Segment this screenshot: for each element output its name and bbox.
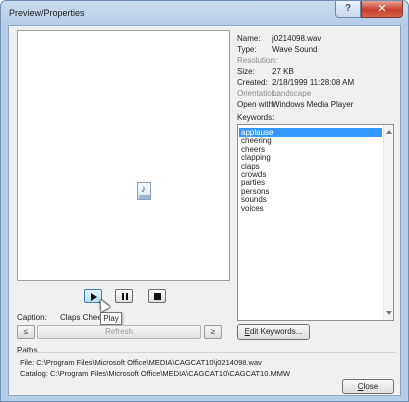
property-label: Size: [237,67,255,76]
play-icon [91,293,97,301]
stop-icon [154,293,161,300]
property-value: 27 KB [272,67,294,76]
paths-heading: Paths [17,346,38,355]
scroll-up-icon[interactable] [386,130,392,134]
property-label: Open with: [237,100,276,109]
property-label: Created: [237,78,268,87]
close-button[interactable]: Close [342,379,394,394]
title-bar[interactable]: Preview/Properties ? ✕ [1,1,408,25]
keywords-scrollbar[interactable] [383,125,393,320]
property-value: Windows Media Player [272,100,354,109]
keywords-label: Keywords: [237,113,275,122]
stop-button[interactable] [148,289,166,303]
play-tooltip: Play [100,312,122,325]
pause-button[interactable] [115,289,133,303]
sound-file-icon: ♪ [137,182,151,200]
caption-value: Claps Cheers [60,313,100,322]
refresh-button[interactable]: Refresh [37,325,201,339]
pause-icon [122,293,124,300]
previous-button[interactable]: ≤ [17,325,35,339]
property-label: Resolution: [237,56,278,65]
property-value: j0214098.wav [272,34,322,43]
catalog-path: Catalog: C:\Program Files\Microsoft Offi… [20,369,291,378]
keywords-list[interactable]: applause cheering cheers clapping claps crowd… [237,124,394,321]
preview-pane: ♪ [17,30,230,281]
property-label: Name: [237,34,261,43]
edit-keywords-label: dit Keywords... [249,327,303,336]
property-value: Landscape [272,89,312,98]
keyword-item[interactable]: voices [241,204,264,213]
edit-keywords-button[interactable]: Edit Keywords... [237,324,310,340]
window-close-button[interactable]: ✕ [361,1,403,18]
close-label: lose [363,382,379,391]
close-icon: ✕ [377,3,387,15]
window-title: Preview/Properties [9,8,85,18]
property-label: Type: [237,45,257,54]
file-type-tag [139,195,150,199]
property-value: Wave Sound [272,45,318,54]
scroll-down-icon[interactable] [386,311,392,315]
next-button[interactable]: ≥ [204,325,222,339]
music-note-icon: ♪ [141,184,146,195]
property-value: 2/18/1999 11:28:08 AM [272,78,355,87]
help-button[interactable]: ? [335,1,361,18]
caption-label: Caption: [17,313,47,322]
help-icon: ? [344,3,352,14]
file-path: File: C:\Program Files\Microsoft Office\… [20,358,262,367]
paths-divider [17,352,396,353]
